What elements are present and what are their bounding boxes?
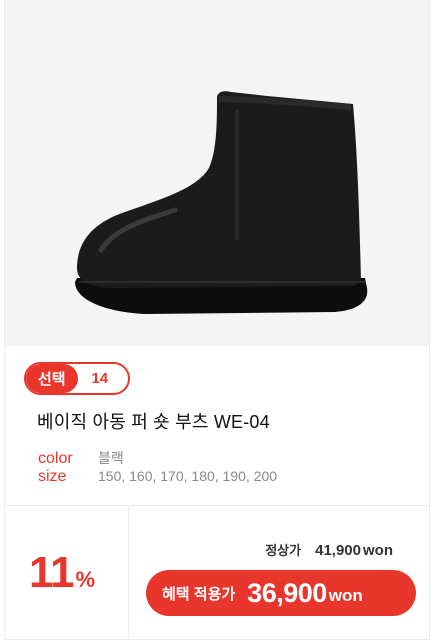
spec-color-value: 블랙 [98,450,124,466]
product-card[interactable]: 선택 14 베이직 아동 퍼 숏 부츠 WE-04 color 블랙 size … [4,0,430,640]
spec-color-row: color 블랙 [38,448,124,468]
price-divider [128,506,129,640]
option-count-badge: 선택 14 [24,362,130,395]
original-price-unit: won [363,542,393,559]
product-image[interactable] [5,0,429,346]
sale-price-label: 혜택 적용가 [162,585,236,603]
discount-rate: 11 % [29,548,95,598]
original-price: 정상가 41,900 won [265,540,393,559]
sale-price-unit: won [328,586,363,605]
spec-color-label: color [38,450,73,467]
product-title[interactable]: 베이직 아동 퍼 숏 부츠 WE-04 [37,408,270,434]
spec-size-label: size [38,468,67,485]
discount-number: 11 [29,548,75,597]
spec-size-value: 150, 160, 170, 180, 190, 200 [98,468,278,484]
badge-count: 14 [91,370,109,387]
badge-label: 선택 [26,364,78,393]
boot-illustration [75,91,368,314]
spec-size-row: size 150, 160, 170, 180, 190, 200 [38,468,277,486]
sale-price-amount: 36,900 [247,577,327,608]
original-price-amount: 41,900 [315,542,361,559]
discount-unit: % [75,567,96,592]
sale-price-button[interactable]: 혜택 적용가 36,900 won [146,570,416,616]
section-divider [5,505,429,506]
original-price-label: 정상가 [265,543,302,558]
